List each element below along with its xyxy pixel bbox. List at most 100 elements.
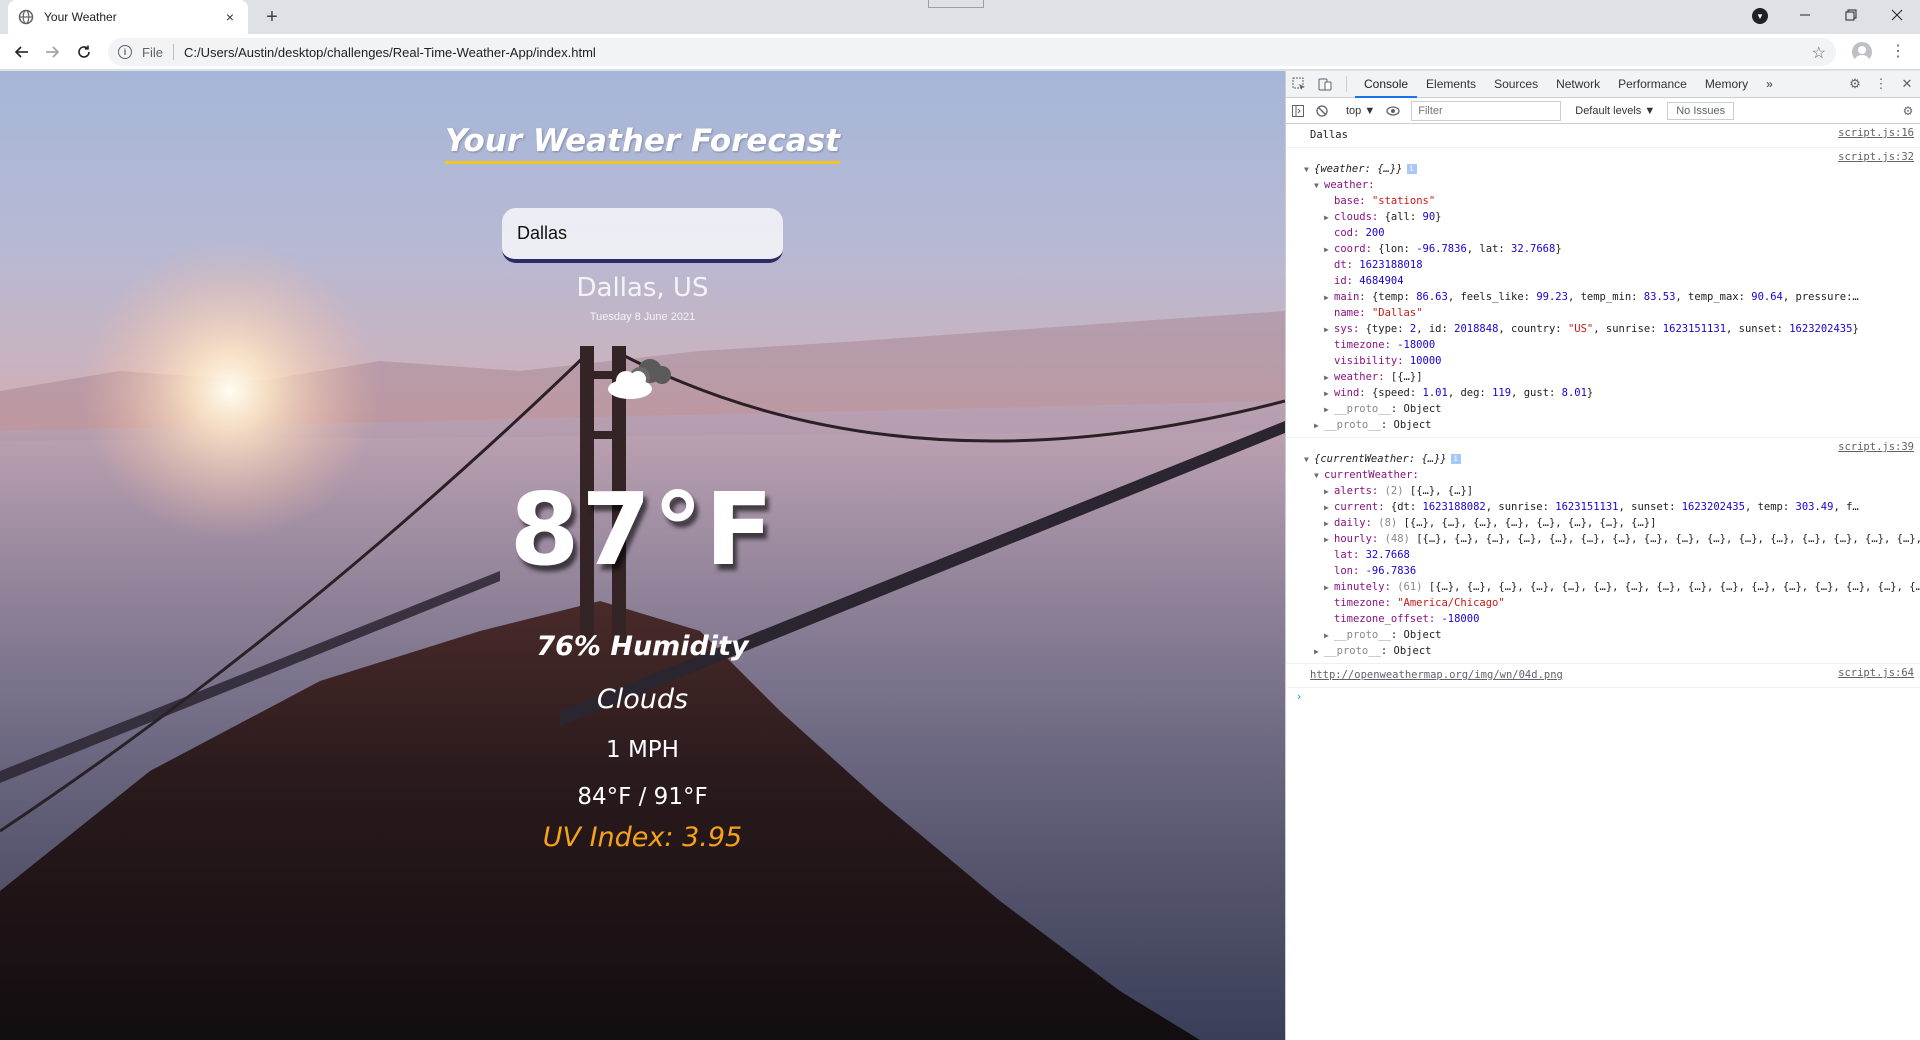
collapsed-arrow-icon[interactable]: ▶: [1324, 290, 1334, 305]
collapsed-arrow-icon[interactable]: ▶: [1324, 242, 1334, 257]
property-key[interactable]: __proto__: [1334, 629, 1391, 641]
close-window-icon[interactable]: [1874, 0, 1920, 30]
property-value: 1623188082: [1422, 501, 1486, 513]
sidebar-toggle-icon[interactable]: [1286, 99, 1310, 123]
property-key[interactable]: wind:: [1334, 387, 1372, 399]
property-key[interactable]: main:: [1334, 291, 1372, 303]
collapsed-arrow-icon[interactable]: ▶: [1324, 532, 1334, 547]
source-link[interactable]: script.js:16: [1838, 127, 1914, 139]
collapsed-arrow-icon[interactable]: ▶: [1314, 418, 1324, 433]
tab-performance[interactable]: Performance: [1609, 71, 1696, 98]
object-preview[interactable]: {currentWeather: {…}}: [1314, 453, 1447, 465]
property-value: , sunset:: [1726, 323, 1790, 335]
eye-icon[interactable]: [1381, 99, 1405, 123]
clear-console-icon[interactable]: [1310, 99, 1334, 123]
close-tab-icon[interactable]: ×: [222, 9, 238, 25]
info-badge-icon: i: [1406, 164, 1417, 174]
property-value: , temp:: [1744, 501, 1796, 513]
object-preview[interactable]: {weather: {…}}: [1314, 163, 1403, 175]
log-levels-dropdown[interactable]: Default levels ▼: [1569, 105, 1661, 117]
inspect-element-icon[interactable]: [1286, 71, 1312, 97]
property-value: 83.53: [1643, 291, 1676, 303]
address-bar[interactable]: i File C:/Users/Austin/desktop/challenge…: [108, 38, 1836, 66]
collapsed-arrow-icon[interactable]: ▶: [1324, 484, 1334, 499]
expanded-arrow-icon[interactable]: ▼: [1314, 468, 1324, 483]
property-value: 119: [1492, 387, 1512, 399]
expanded-arrow-icon[interactable]: ▼: [1304, 162, 1314, 177]
collapsed-arrow-icon[interactable]: ▶: [1324, 402, 1334, 417]
property-key[interactable]: alerts:: [1334, 485, 1385, 497]
tab-title: Your Weather: [44, 10, 117, 24]
tab-elements[interactable]: Elements: [1417, 71, 1485, 98]
property-key[interactable]: current:: [1334, 501, 1391, 513]
tab-sources[interactable]: Sources: [1485, 71, 1547, 98]
icon-url-link[interactable]: http://openweathermap.org/img/wn/04d.png: [1310, 669, 1563, 681]
device-toolbar-icon[interactable]: [1312, 71, 1338, 97]
console-filter-input[interactable]: [1411, 100, 1562, 121]
collapsed-arrow-icon[interactable]: ▶: [1324, 628, 1334, 643]
tab-console[interactable]: Console: [1355, 71, 1418, 98]
issues-button[interactable]: No Issues: [1667, 101, 1735, 120]
property-key[interactable]: __proto__: [1334, 403, 1391, 415]
collapsed-arrow-icon[interactable]: ▶: [1324, 386, 1334, 401]
console-message: script.js:32 ▼ {weather: {…}} i ▼ weather: …: [1286, 148, 1920, 438]
console-prompt[interactable]: ›: [1286, 688, 1920, 706]
property-value: {lon:: [1378, 243, 1417, 255]
tab-search-icon[interactable]: ▾: [1752, 8, 1768, 24]
expanded-arrow-icon[interactable]: ▼: [1314, 178, 1324, 193]
collapsed-arrow-icon[interactable]: ▶: [1324, 516, 1334, 531]
gear-icon[interactable]: ⚙: [1842, 71, 1868, 97]
property-value: , pressure:…: [1782, 291, 1859, 303]
property-value: , gust:: [1511, 387, 1562, 399]
collapsed-arrow-icon[interactable]: ▶: [1324, 580, 1334, 595]
source-link[interactable]: script.js:32: [1838, 151, 1914, 163]
collapsed-arrow-icon[interactable]: ▶: [1324, 322, 1334, 337]
console-toolbar: top ▼ Default levels ▼ No Issues ⚙: [1286, 98, 1920, 124]
property-key[interactable]: currentWeather:: [1324, 469, 1419, 481]
source-link[interactable]: script.js:39: [1838, 441, 1914, 453]
source-link[interactable]: script.js:64: [1838, 667, 1914, 679]
property-key[interactable]: clouds:: [1334, 211, 1385, 223]
city-search-input[interactable]: [502, 208, 783, 263]
restore-icon[interactable]: [1828, 0, 1874, 30]
minimize-icon[interactable]: [1782, 0, 1828, 30]
profile-avatar-icon[interactable]: [1852, 42, 1872, 62]
property-value: , f…: [1833, 501, 1859, 513]
city-name: Dallas, US: [576, 273, 709, 303]
collapsed-arrow-icon[interactable]: ▶: [1324, 210, 1334, 225]
window-drag-handle[interactable]: [928, 0, 984, 8]
close-devtools-icon[interactable]: ✕: [1894, 71, 1920, 97]
browser-menu-icon[interactable]: ⋮: [1890, 42, 1906, 62]
console-settings-icon[interactable]: ⚙: [1896, 99, 1920, 123]
property-key[interactable]: hourly:: [1334, 533, 1385, 545]
property-value: , temp_max:: [1675, 291, 1752, 303]
collapsed-arrow-icon[interactable]: ▶: [1314, 644, 1324, 659]
property-key[interactable]: __proto__: [1324, 419, 1381, 431]
property-key[interactable]: __proto__: [1324, 645, 1381, 657]
more-tabs-icon[interactable]: »: [1757, 71, 1782, 98]
reload-icon[interactable]: [72, 40, 96, 64]
collapsed-arrow-icon[interactable]: ▶: [1324, 500, 1334, 515]
browser-tab[interactable]: Your Weather ×: [8, 0, 248, 34]
forward-icon[interactable]: [40, 40, 64, 64]
url-text[interactable]: C:/Users/Austin/desktop/challenges/Real-…: [184, 45, 596, 60]
property-key[interactable]: minutely:: [1334, 581, 1397, 593]
property-value: 90: [1422, 211, 1436, 223]
collapsed-arrow-icon[interactable]: ▶: [1324, 370, 1334, 385]
property-key: cod:: [1334, 227, 1366, 239]
back-icon[interactable]: [10, 40, 34, 64]
property-key[interactable]: weather:: [1334, 371, 1391, 383]
tab-memory[interactable]: Memory: [1696, 71, 1757, 98]
property-key[interactable]: sys:: [1334, 323, 1366, 335]
bookmark-star-icon[interactable]: ☆: [1812, 43, 1826, 63]
property-key[interactable]: daily:: [1334, 517, 1378, 529]
property-key[interactable]: weather:: [1324, 179, 1375, 191]
property-key: name:: [1334, 307, 1372, 319]
property-key[interactable]: coord:: [1334, 243, 1378, 255]
devtools-menu-icon[interactable]: ⋮: [1868, 71, 1894, 97]
tab-network[interactable]: Network: [1547, 71, 1609, 98]
expanded-arrow-icon[interactable]: ▼: [1304, 452, 1314, 467]
info-icon[interactable]: i: [118, 45, 132, 59]
context-selector[interactable]: top ▼: [1340, 105, 1381, 117]
new-tab-button[interactable]: +: [260, 6, 284, 30]
